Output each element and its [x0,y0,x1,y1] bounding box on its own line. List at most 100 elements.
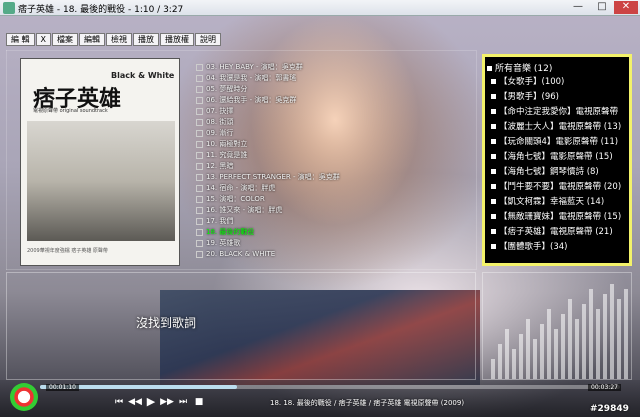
tree-item[interactable]: 【鬥牛要不要】電視原聲帶 (20) [491,180,621,192]
checkbox[interactable] [196,228,203,236]
previous-track-button[interactable]: ⏮ [112,396,126,408]
playlist-item[interactable]: 07. 抉擇 [196,106,472,116]
checkbox[interactable] [196,206,203,214]
expand-icon[interactable] [491,154,496,159]
playlist-item[interactable]: 05. 夢醒時分 [196,84,472,94]
playlist-item[interactable]: 09. 漸行 [196,128,472,138]
menu-view[interactable]: 檢視 [106,33,133,46]
spectrum-bar [554,329,558,379]
checkbox[interactable] [196,96,203,104]
expand-icon[interactable] [491,169,496,174]
expand-icon[interactable] [491,109,496,114]
playlist-item[interactable]: 04. 我還是我 - 演唱：郭書瑤 [196,73,472,83]
checkbox[interactable] [196,239,203,247]
tree-item[interactable]: 【團體歌手】(34) [491,240,567,252]
maximize-button[interactable]: □ [590,1,614,14]
checkbox[interactable] [196,173,203,181]
stop-button[interactable]: ■ [192,396,206,408]
menu-playback-rights[interactable]: 播放權 [160,33,195,46]
spectrum-bar [575,319,579,379]
tree-item[interactable]: 【玩命關頭4】電影原聲帶 (11) [491,135,618,147]
tree-item[interactable]: 【女歌手】(100) [491,75,564,87]
checkbox[interactable] [196,63,203,71]
checkbox[interactable] [196,217,203,225]
play-button[interactable]: ▶ [144,396,158,408]
spectrum-bar [505,329,509,379]
expand-icon[interactable] [491,214,496,219]
tree-item[interactable]: 【無敵珊寶妹】電視原聲帶 (15) [491,210,621,222]
playlist-item[interactable]: 18. 最後的戰役 [196,227,472,237]
checkbox[interactable] [196,74,203,82]
window-title: 痞子英雄 - 18. 最後的戰役 - 1:10 / 3:27 [18,5,184,15]
menu-file[interactable]: 檔案 [52,33,79,46]
expand-icon[interactable] [491,124,496,129]
spectrum-bar [519,334,523,379]
player-logo-icon[interactable] [10,383,38,411]
tree-item[interactable]: 【命中注定我愛你】電視原聲帶 [491,105,618,117]
playlist-item[interactable]: 08. 街頭 [196,117,472,127]
menu-play[interactable]: 播放 [133,33,160,46]
checkbox[interactable] [196,250,203,258]
checkbox[interactable] [196,184,203,192]
playlist-item[interactable]: 13. PERFECT STRANGER - 演唱：吳克群 [196,172,472,182]
expand-icon[interactable] [491,139,496,144]
panel-frame-line [476,50,477,270]
spectrum-bar [561,314,565,379]
checkbox[interactable] [196,162,203,170]
spectrum-bar [610,284,614,379]
playlist-item[interactable]: 06. 還給我手 - 演唱：吳克群 [196,95,472,105]
panel-frame-line [6,269,476,270]
close-button[interactable]: ✕ [614,1,638,14]
tree-item[interactable]: 【波麗士大人】電視原聲帶 (13) [491,120,621,132]
playlist-item[interactable]: 15. 演唱：COLOR [196,194,472,204]
fast-forward-button[interactable]: ▶▶ [160,396,174,408]
expand-icon[interactable] [491,199,496,204]
title-bar[interactable]: 痞子英雄 - 18. 最後的戰役 - 1:10 / 3:27 — □ ✕ [0,0,640,16]
menu-edit-mode[interactable]: 編 輯 [6,33,35,46]
expand-icon[interactable] [491,244,496,249]
album-cover[interactable]: Black & White 痞子英雄 電視原聲帶 original soundt… [20,58,180,266]
playlist-item[interactable]: 11. 究竟是誰 [196,150,472,160]
album-brand: Black & White [111,71,175,80]
checkbox[interactable] [196,195,203,203]
album-caption: 2009華視年度強檔 痞子英雄 原聲帶 [27,248,108,254]
checkbox[interactable] [196,151,203,159]
now-playing-status: 18. 18. 最後的戰役 / 痞子英雄 / 痞子英雄 電視原聲帶 (2009) [270,399,465,407]
checkbox[interactable] [196,107,203,115]
playlist-item[interactable]: 17. 我們 [196,216,472,226]
checkbox[interactable] [196,118,203,126]
playlist-item[interactable]: 12. 黑暗 [196,161,472,171]
lyric-text: 沒找到歌詞 [136,316,197,330]
playlist-item[interactable]: 20. BLACK & WHITE [196,249,472,259]
tree-item[interactable]: 【凱文柯霖】幸福藍天 (14) [491,195,604,207]
tree-root[interactable]: 所有音樂 (12) [487,61,552,74]
playlist-item[interactable]: 03. HEY BABY - 演唱：吳克群 [196,62,472,72]
checkbox[interactable] [196,129,203,137]
playlist-item[interactable]: 14. 宿命 - 演唱：胖虎 [196,183,472,193]
tree-item[interactable]: 【男歌手】(96) [491,90,559,102]
tree-item[interactable]: 【海角七號】電影原聲帶 (15) [491,150,613,162]
checkbox[interactable] [196,140,203,148]
minimize-button[interactable]: — [566,1,590,14]
rewind-button[interactable]: ◀◀ [128,396,142,408]
expand-icon[interactable] [491,94,496,99]
playlist-item[interactable]: 19. 英雄歌 [196,238,472,248]
collapse-icon[interactable] [487,66,492,71]
next-track-button[interactable]: ⏭ [176,396,190,408]
expand-icon[interactable] [491,229,496,234]
spectrum-visualizer [482,272,632,380]
playlist-item[interactable]: 10. 兩極對立 [196,139,472,149]
menu-edit[interactable]: 編輯 [79,33,106,46]
library-tree: 所有音樂 (12) 【女歌手】(100) 【男歌手】(96) 【命中注定我愛你】電視… [482,54,632,266]
expand-icon[interactable] [491,79,496,84]
spectrum-bar [624,289,628,379]
playlist-item[interactable]: 16. 誰又來 - 演唱：胖虎 [196,205,472,215]
menu-help[interactable]: 說明 [195,33,222,46]
watermark: #29849 [590,404,629,414]
menu-close[interactable]: X [35,33,52,46]
tree-item[interactable]: 【痞子英雄】電視原聲帶 (21) [491,225,613,237]
expand-icon[interactable] [491,184,496,189]
tree-item[interactable]: 【海角七號】鋼琴慣詩 (8) [491,165,599,177]
checkbox[interactable] [196,85,203,93]
album-photo [27,121,175,241]
